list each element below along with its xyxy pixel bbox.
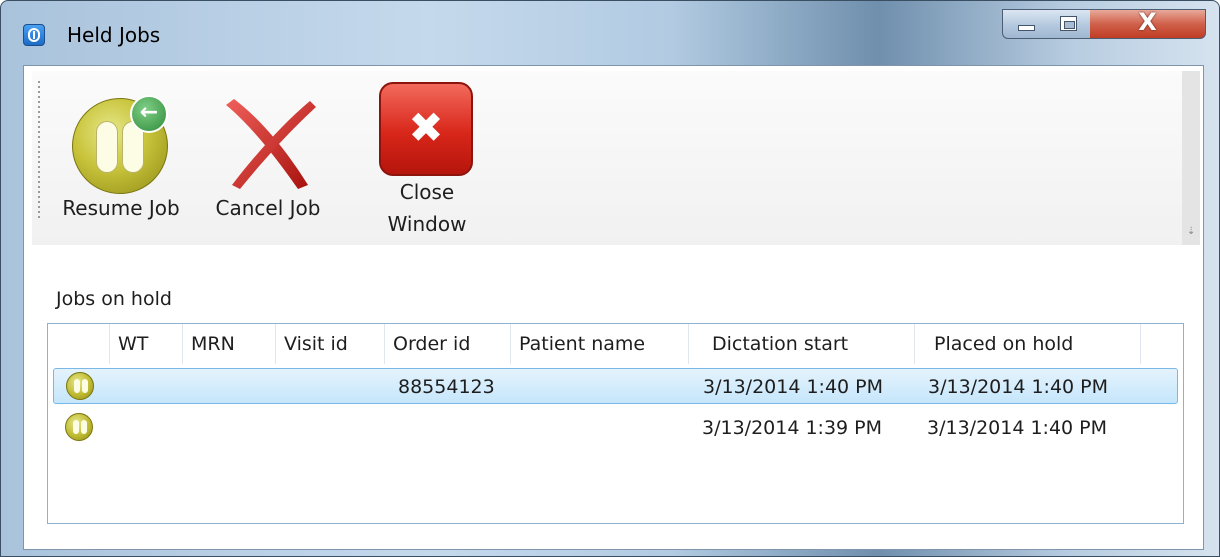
cell-order-id: 88554123 [398,376,495,398]
maximize-button[interactable] [1047,9,1091,39]
client-area: Resume Job Cancel Job Close [23,65,1204,550]
window-title: Held Jobs [67,23,161,47]
cancel-icon [226,99,316,189]
minimize-button[interactable] [1002,9,1048,39]
close-window-button[interactable]: Close Window [362,71,492,245]
resume-job-button[interactable]: Resume Job [47,71,195,245]
cancel-job-button[interactable]: Cancel Job [204,71,332,245]
col-dictation-start[interactable]: Dictation start [689,324,915,364]
held-jobs-window: Held Jobs X Resume Job [0,0,1220,557]
close-window-control[interactable]: X [1090,8,1206,39]
app-icon[interactable] [23,24,45,46]
table-row[interactable]: 3/13/2014 1:39 PM 3/13/2014 1:40 PM [53,410,1178,446]
title-bar[interactable]: Held Jobs X [1,1,1219,65]
col-patient-name[interactable]: Patient name [511,324,689,364]
cancel-job-label: Cancel Job [215,196,321,220]
toolbar-grip[interactable] [38,81,40,221]
table-row[interactable]: 88554123 3/13/2014 1:40 PM 3/13/2014 1:4… [53,368,1178,404]
col-visit-id[interactable]: Visit id [276,324,385,364]
pause-icon [65,413,93,441]
jobs-table[interactable]: WT MRN Visit id Order id Patient name Di… [47,323,1184,524]
pause-icon [66,372,94,400]
minimize-icon [1018,25,1035,31]
cell-placed-on-hold: 3/13/2014 1:40 PM [928,376,1109,398]
col-wt[interactable]: WT [110,324,183,364]
maximize-icon [1060,16,1077,31]
scroll-grip-icon: ⇣ [1187,226,1196,237]
close-window-label-line1: Close [399,180,455,204]
col-filler [1141,324,1183,364]
col-status[interactable] [48,324,110,364]
col-mrn[interactable]: MRN [183,324,276,364]
resume-job-icon [72,95,168,194]
jobs-on-hold-label: Jobs on hold [56,288,172,310]
close-window-icon [379,82,473,176]
close-icon: X [1138,8,1157,36]
col-order-id[interactable]: Order id [385,324,511,364]
toolbar-scrollbar[interactable]: ⇣ [1182,71,1200,245]
close-window-label-line2: Window [387,212,467,236]
resume-job-label: Resume Job [62,196,180,220]
table-header: WT MRN Visit id Order id Patient name Di… [48,324,1183,364]
cell-dictation-start: 3/13/2014 1:39 PM [702,417,883,439]
col-placed-on-hold[interactable]: Placed on hold [915,324,1141,364]
cell-placed-on-hold: 3/13/2014 1:40 PM [927,417,1108,439]
cell-dictation-start: 3/13/2014 1:40 PM [703,376,884,398]
toolbar: Resume Job Cancel Job Close [32,71,1182,245]
